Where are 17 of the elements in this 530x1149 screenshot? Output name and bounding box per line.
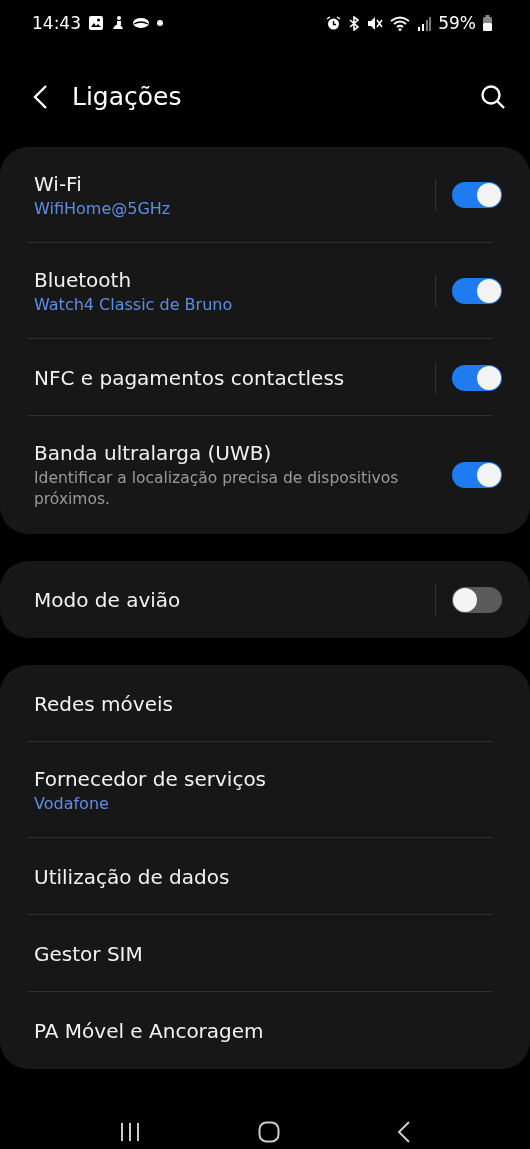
setting-title[interactable]: Utilização de dados: [34, 863, 502, 890]
setting-title[interactable]: Bluetooth: [34, 267, 435, 293]
setting-title[interactable]: Wi-Fi: [34, 171, 435, 197]
setting-title[interactable]: Fornecedor de serviços: [34, 766, 502, 792]
setting-title[interactable]: Banda ultralarga (UWB): [34, 440, 435, 466]
setting-title[interactable]: Modo de avião: [34, 586, 435, 613]
page-title: Ligações: [72, 82, 183, 111]
setting-summary: WifiHome@5GHz: [34, 199, 172, 219]
setting-summary: Vodafone: [34, 794, 110, 814]
setting-title[interactable]: NFC e pagamentos contactless: [34, 364, 435, 391]
setting-title[interactable]: Gestor SIM: [34, 940, 502, 967]
setting-summary: Watch4 Classic de Bruno: [34, 295, 234, 315]
setting-description: Identificar a localização precisa de dispositivos próximos.: [34, 468, 400, 510]
setting-title[interactable]: PA Móvel e Ancoragem: [34, 1017, 502, 1044]
setting-title[interactable]: Redes móveis: [34, 690, 502, 717]
battery-percentage: 59%: [438, 13, 476, 33]
clock: 14:43: [32, 13, 81, 33]
